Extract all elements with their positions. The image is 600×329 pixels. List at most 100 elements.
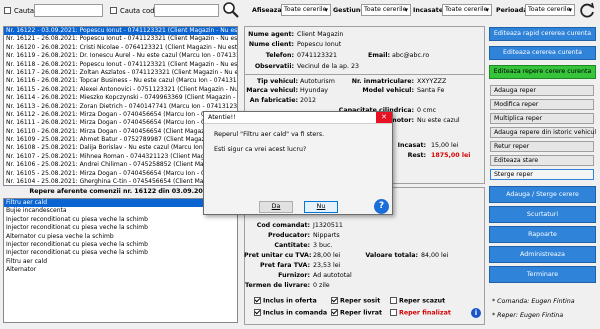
finish-button[interactable]: Terminare [489,266,596,283]
part-by: * Reper: Eugen Fintina [492,312,564,319]
confirm-dialog: Atentie!! ✕ Reperul "Filtru aer cald" va… [203,111,393,215]
model-value: Santa Fe [417,87,445,94]
agent-value: Client Magazin [297,31,344,38]
engine-code-value: Nu este cazul [417,117,460,124]
yes-button[interactable]: Da [259,201,293,213]
make-label: Marca vehicul: [246,87,298,94]
filter-paid-select[interactable]: Toate cererile [442,4,492,16]
price-novat-value: 23,53 lei [313,262,341,269]
order-list-item[interactable]: Nr. 16119 - 26.08.2021: Dr. Ionescu Aure… [4,52,237,60]
total-label: Valoare totala: [365,252,418,259]
order-list-item[interactable]: Nr. 16117 - 26.08.2021: Zoltan Aszlatos … [4,69,237,77]
client-value: Popescu Ionut [297,41,342,48]
supplier-label: Furnizor: [278,272,310,279]
flag-arrived[interactable]: Reper sosit [331,297,380,305]
multiply-part-button[interactable]: Multiplica reper [490,113,594,124]
info-icon[interactable]: i [471,308,481,318]
client-label: Nume client: [248,41,294,48]
filter-period-select[interactable]: Toate cererile [525,4,575,16]
code-label: Cod comandat: [256,222,310,229]
code-value: J1320511 [313,222,343,229]
help-icon[interactable]: ? [374,199,389,214]
order-list-item[interactable]: Nr. 16115 - 26.08.2021: Alexei Antonovic… [4,86,237,94]
filter-stock-select[interactable]: Toate cererile [361,4,411,16]
notes-value: Vecinul de la ap. 23 [297,63,359,70]
add-from-history-button[interactable]: Adauga repere din istoric vehicul [490,127,596,138]
delivery-value: 0 zile [313,282,330,289]
edit-quick-button[interactable]: Editeaza rapid cererea curenta [489,27,596,41]
search-input[interactable] [34,4,103,17]
return-part-button[interactable]: Retur reper [490,141,594,152]
parts-list[interactable]: Filtru aer cald Bujie incandescenta Inject… [3,198,238,323]
dialog-title: Atentie!! [208,114,236,121]
qty-label: Cantitate: [274,242,310,249]
year-label: An fabricatie: [249,97,298,104]
edit-order-button[interactable]: Editeaza cererea curenta [489,46,596,60]
phone-value: 0741123321 [297,52,338,59]
order-list-item[interactable]: Nr. 16122 - 03.09.2021: Popescu Ionut - … [4,27,237,36]
order-list-item[interactable]: Nr. 16113 - 26.08.2021: Zoran Dietrich -… [4,103,237,111]
part-list-item[interactable]: Alternator [4,266,237,274]
search-code-input[interactable] [154,4,219,17]
delete-part-button[interactable]: Sterge reper [490,169,594,180]
part-list-item[interactable]: Filtru aer cald [4,258,237,266]
dialog-question: Esti sigur ca vrei acest lucru? [214,146,307,153]
edit-parts-button[interactable]: Editeaza repere cerere curenta [489,65,596,79]
flag-offer[interactable]: Inclus in oferta [254,297,317,305]
reports-button[interactable]: Rapoarte [489,226,596,243]
flag-in-order[interactable]: Inclus in comanda [254,309,327,317]
vehicle-type-label: Tip vehicul: [256,78,298,85]
search-code-label: Cauta cod [120,7,155,15]
delivery-label: Termen de livrare: [245,282,310,289]
add-part-button[interactable]: Adauga reper [490,85,594,96]
dialog-titlebar: Atentie!! ✕ [204,112,392,124]
filter-show-select[interactable]: Toate cererile [281,4,331,16]
make-value: Hyunday [300,87,329,94]
search-code-checkbox[interactable] [110,7,117,15]
admin-button[interactable]: Administreaza [489,246,596,263]
part-list-item[interactable]: Injector reconditionat cu piesa veche la… [4,241,237,249]
plate-value: XXYYZZZ [417,78,447,85]
agent-label: Nume agent: [248,31,294,38]
ordered-by: * Comanda: Eugen Fintina [492,298,575,305]
notes-label: Observatii: [254,63,294,70]
year-value: 2012 [300,97,317,104]
part-list-item[interactable]: Injector reconditionat cu piesa veche la… [4,216,237,224]
order-list-item[interactable]: Nr. 16118 - 26.08.2021: Popescu Ionut - … [4,61,237,69]
add-delete-order-button[interactable]: Adauga / Sterge cerere [489,186,596,203]
edit-status-button[interactable]: Editeaza stare [490,155,594,166]
order-list-item[interactable]: Nr. 16121 - 26.08.2021: Popescu Ionut - … [4,35,237,43]
total-value: 84,00 lei [421,252,449,259]
order-list-item[interactable]: Nr. 16120 - 26.08.2021: Cristi Nicolae -… [4,44,237,52]
close-icon[interactable]: ✕ [376,112,392,123]
flag-delivered[interactable]: Reper livrat [331,309,382,317]
search-icon[interactable] [222,1,240,19]
paid-value: 15,00 lei [431,142,459,149]
order-list-item[interactable]: Nr. 16116 - 26.08.2021: Topcar Business … [4,77,237,85]
producer-label: Producator: [268,232,310,239]
flag-deducted[interactable]: Reper scazut [390,297,445,305]
vehicle-type-value: Autoturism [300,78,335,85]
refresh-icon[interactable] [579,2,596,19]
part-list-item[interactable]: Alternator cu piesa veche la schimb [4,233,237,241]
producer-value: Nipparts [313,232,340,239]
price-vat-label: Pret unitar cu TVA: [244,252,312,259]
filter-paid-label: Incasate: [413,7,446,14]
flag-finalized[interactable]: Reper finalizat [390,309,451,317]
email-label: Email: [368,52,390,59]
rest-value: 1875,00 lei [431,152,471,159]
qty-value: 3 buc. [313,242,333,249]
supplier-value: Ad autototal [313,272,352,279]
filter-show-label: Afiseaza: [252,7,285,14]
part-list-item[interactable]: Injector reconditionat cu piesa veche la… [4,224,237,232]
price-vat-value: 28,00 lei [313,252,341,259]
shortcuts-button[interactable]: Scurtaturi [489,206,596,223]
part-list-item[interactable]: Injector reconditionat cu piesa veche la… [4,249,237,257]
email-value: abc@abc.ro [392,52,430,59]
no-button[interactable]: Nu [304,201,338,213]
order-list-item[interactable]: Nr. 16114 - 26.08.2021: Mieszko Kopczyns… [4,94,237,102]
modify-part-button[interactable]: Modifica reper [490,99,594,110]
search-checkbox[interactable] [4,7,11,15]
price-novat-label: Pret fara TVA: [260,262,310,269]
plate-label: Nr. inmatriculare: [351,78,414,85]
